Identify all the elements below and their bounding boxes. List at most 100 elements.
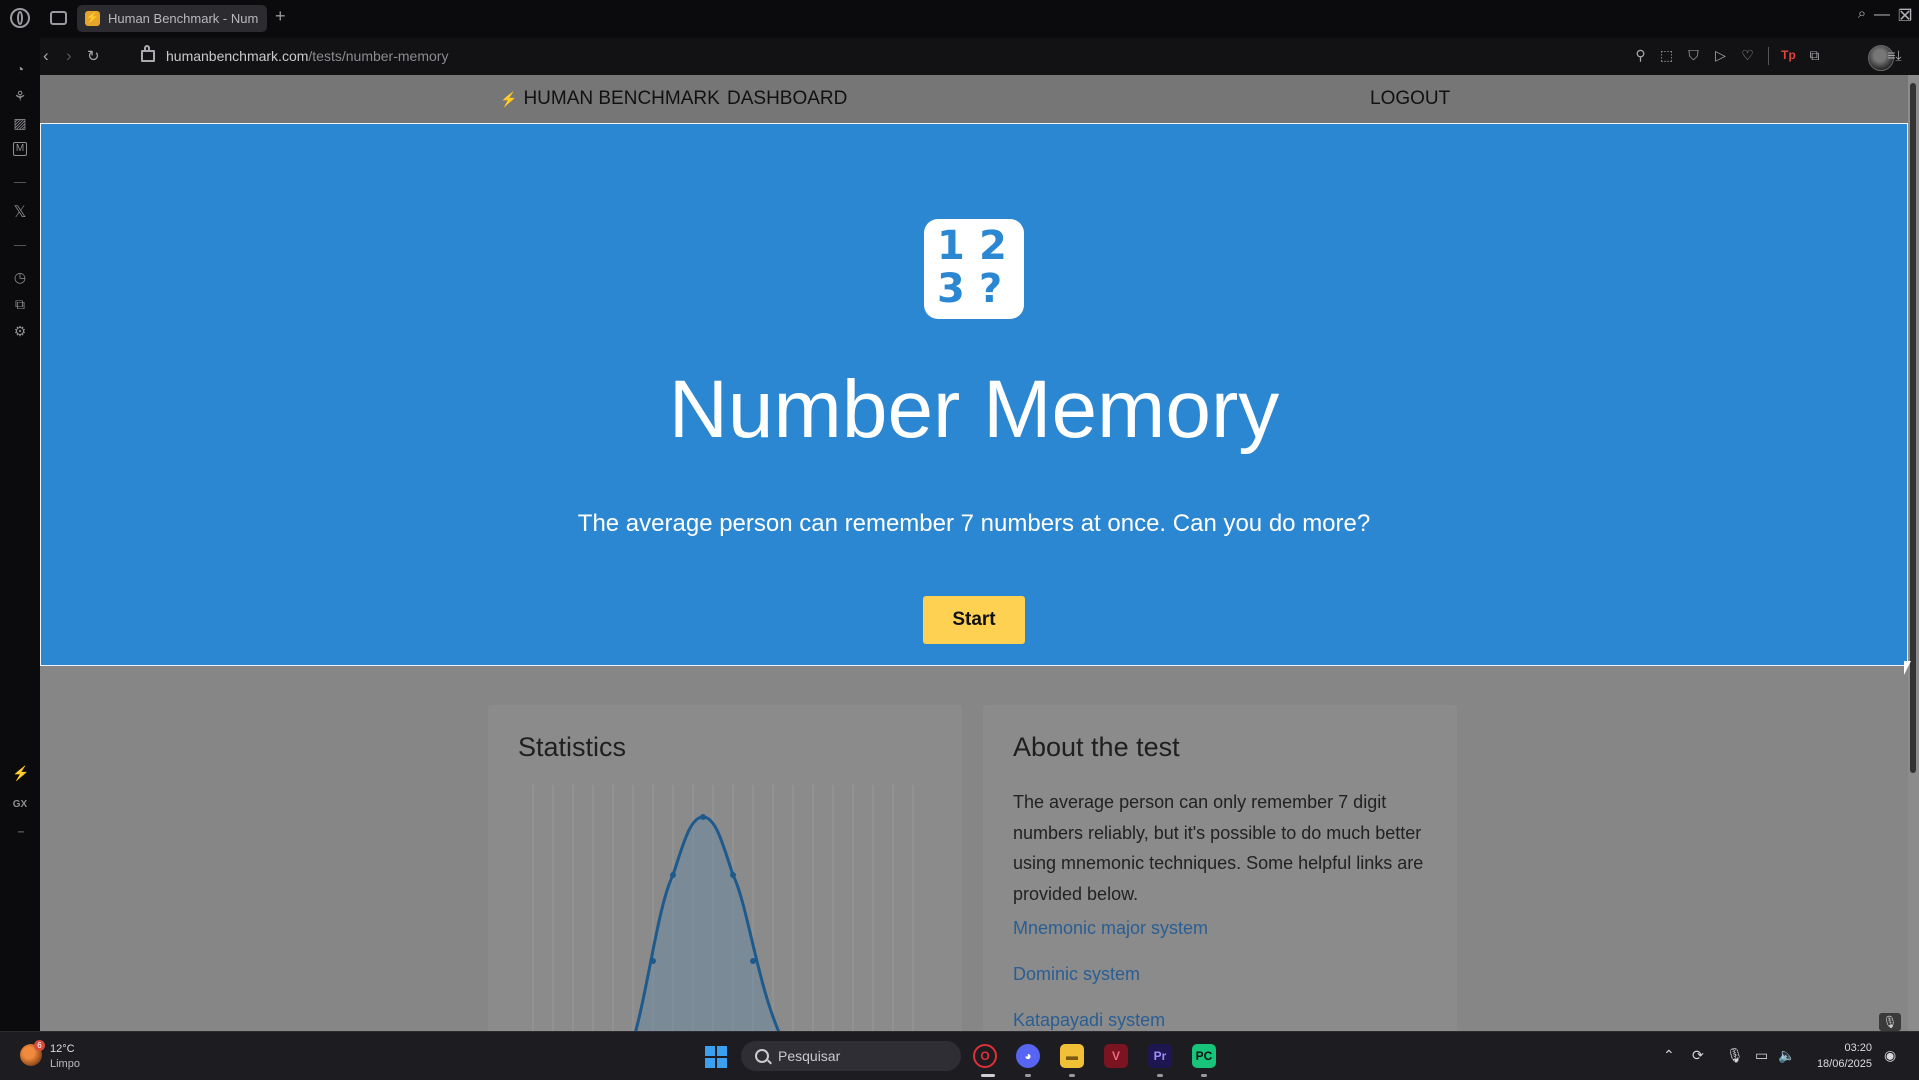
taskbar-search[interactable]: Pesquisar [741, 1041, 961, 1071]
search-icon [755, 1049, 769, 1063]
about-description: The average person can only remember 7 d… [1013, 792, 1424, 904]
tray-sync-icon[interactable]: ⟳ [1692, 1047, 1704, 1064]
gx-control-icon[interactable]: ⚡ [12, 765, 29, 781]
icon-digit: 2 [979, 223, 1007, 269]
icon-digit: ? [979, 266, 1003, 312]
url-path: /tests/number-memory [308, 48, 449, 64]
dashboard-link[interactable]: DASHBOARD [727, 88, 847, 110]
site-logo-text: HUMAN BENCHMARK [523, 88, 720, 109]
app-indicator [1157, 1074, 1163, 1077]
play-icon[interactable]: ▷ [1713, 48, 1728, 63]
distribution-point [730, 872, 736, 878]
toolbar-divider [1768, 47, 1769, 65]
settings-gear-icon[interactable]: ⚙ [12, 323, 28, 339]
clock-time[interactable]: 03:20 [1812, 1042, 1872, 1054]
extensions-puzzle-icon[interactable]: ⧉ [1807, 48, 1822, 63]
distribution-point [670, 872, 676, 878]
statistics-distribution-chart [532, 785, 914, 1031]
sidebar: ◔ ⚘ ▨ M 𝕏 ◷ ⧉ ⚙ ⚡ GX ··· [0, 37, 40, 1031]
new-tab-button[interactable]: + [275, 6, 286, 27]
site-navbar: ⚡ HUMAN BENCHMARK DASHBOARD LOGOUT [40, 75, 1908, 123]
tray-chevron-up-icon[interactable]: ⌃ [1663, 1047, 1675, 1064]
search-placeholder: Pesquisar [778, 1048, 841, 1064]
start-button[interactable]: Start [923, 596, 1025, 644]
link-katapayadi-system[interactable]: Katapayadi system [1013, 1010, 1165, 1031]
test-hero-panel[interactable]: 1 2 3 ? Number Memory The average person… [40, 123, 1908, 666]
url-domain: humanbenchmark.com [166, 48, 309, 64]
microphone-icon[interactable]: 🎙 [1879, 1013, 1901, 1031]
messenger-m-icon[interactable]: M [13, 142, 27, 156]
distribution-area [635, 817, 779, 1031]
x-twitter-icon[interactable]: 𝕏 [12, 205, 28, 221]
pin-icon[interactable]: ⚲ [1633, 48, 1648, 63]
clock-date[interactable]: 18/06/2025 [1812, 1058, 1872, 1070]
weather-temperature[interactable]: 12°C [50, 1043, 75, 1055]
weather-badge: 6 [34, 1040, 45, 1051]
page-viewport: ⚡ HUMAN BENCHMARK DASHBOARD LOGOUT 1 2 3 … [40, 75, 1908, 1031]
twitch-icon[interactable]: ▨ [12, 115, 28, 131]
link-dominic-system[interactable]: Dominic system [1013, 964, 1140, 985]
extension-tp-icon[interactable]: Tp [1781, 48, 1796, 63]
app-indicator [1069, 1074, 1075, 1077]
icon-digit: 1 [937, 223, 965, 269]
sidebar-separator [14, 245, 26, 246]
tab-search-icon[interactable]: ⌕ [1851, 5, 1873, 22]
file-explorer-app-icon[interactable]: ▬ [1060, 1044, 1084, 1068]
gx-label[interactable]: GX [12, 797, 28, 813]
app-indicator [1025, 1074, 1031, 1077]
about-title: About the test [1013, 732, 1180, 762]
mouse-cursor-icon [1904, 661, 1911, 675]
tray-network-icon[interactable]: ▭ [1755, 1047, 1768, 1064]
lock-icon[interactable] [141, 45, 155, 62]
extensions-icon[interactable]: ⧉ [12, 296, 28, 312]
minimize-button[interactable]: — [1871, 6, 1893, 24]
test-subtitle: The average person can remember 7 number… [577, 510, 1371, 537]
statistics-title: Statistics [518, 732, 627, 762]
browser-tab[interactable]: ⚡ Human Benchmark - Number Memory [77, 5, 267, 32]
weather-description[interactable]: Limpo [50, 1058, 80, 1070]
notification-icon[interactable]: ◉ [1884, 1047, 1896, 1064]
page-title: Number Memory [668, 364, 1280, 455]
url-field[interactable]: humanbenchmark.com/tests/number-memory [166, 48, 448, 64]
active-app-indicator [981, 1074, 995, 1077]
distribution-point [750, 958, 756, 964]
forward-icon[interactable]: › [66, 46, 72, 66]
more-icon[interactable]: ··· [12, 823, 28, 839]
workspaces-icon[interactable] [50, 11, 67, 25]
speed-dial-icon[interactable]: ◔ [12, 61, 28, 77]
ai-aria-icon[interactable]: ⚘ [12, 88, 28, 104]
icon-digit: 3 [937, 266, 965, 312]
reload-icon[interactable]: ↻ [87, 47, 100, 65]
bolt-favicon-icon: ⚡ [85, 11, 100, 26]
back-icon[interactable]: ‹ [43, 46, 49, 66]
tray-microphone-icon[interactable]: 🎙 [1726, 1047, 1744, 1064]
heart-icon[interactable]: ♡ [1740, 48, 1755, 63]
distribution-point [650, 958, 656, 964]
tab-title: Human Benchmark - Number Memory [108, 11, 258, 26]
number-memory-icon: 1 2 3 ? [924, 219, 1024, 319]
tab-bar: ⚡ Human Benchmark - Number Memory + ⌕ — … [0, 0, 1919, 37]
app-indicator [1201, 1074, 1207, 1077]
snapshot-icon[interactable]: ⬚ [1659, 48, 1674, 63]
vegas-app-icon[interactable]: V [1104, 1044, 1128, 1068]
history-clock-icon[interactable]: ◷ [12, 269, 28, 285]
opera-menu-icon[interactable] [10, 8, 30, 28]
sidebar-separator [14, 182, 26, 183]
discord-app-icon[interactable]: ◕ [1016, 1044, 1040, 1068]
statistics-card: Statistics [488, 705, 962, 1031]
easy-setup-menu-icon[interactable]: ≡ [1884, 48, 1899, 63]
shield-icon[interactable]: ⛉ [1686, 48, 1701, 63]
windows-start-icon[interactable] [705, 1046, 727, 1068]
about-card: About the test The average person can on… [983, 705, 1457, 1031]
logout-link[interactable]: LOGOUT [1370, 88, 1450, 110]
windows-taskbar: 6 12°C Limpo Pesquisar O ◕ ▬ V Pr PC ⌃ ⟳… [0, 1031, 1919, 1080]
link-mnemonic-major-system[interactable]: Mnemonic major system [1013, 918, 1208, 939]
scrollbar[interactable] [1908, 75, 1919, 1031]
opera-gx-app-icon[interactable]: O [973, 1044, 997, 1068]
pycharm-app-icon[interactable]: PC [1192, 1044, 1216, 1068]
premiere-pro-app-icon[interactable]: Pr [1148, 1044, 1172, 1068]
close-button[interactable]: ✕ [1894, 6, 1916, 26]
bolt-icon: ⚡ [500, 91, 518, 107]
tray-volume-icon[interactable]: 🔈 [1778, 1047, 1795, 1064]
site-logo-link[interactable]: ⚡ HUMAN BENCHMARK [500, 88, 720, 110]
